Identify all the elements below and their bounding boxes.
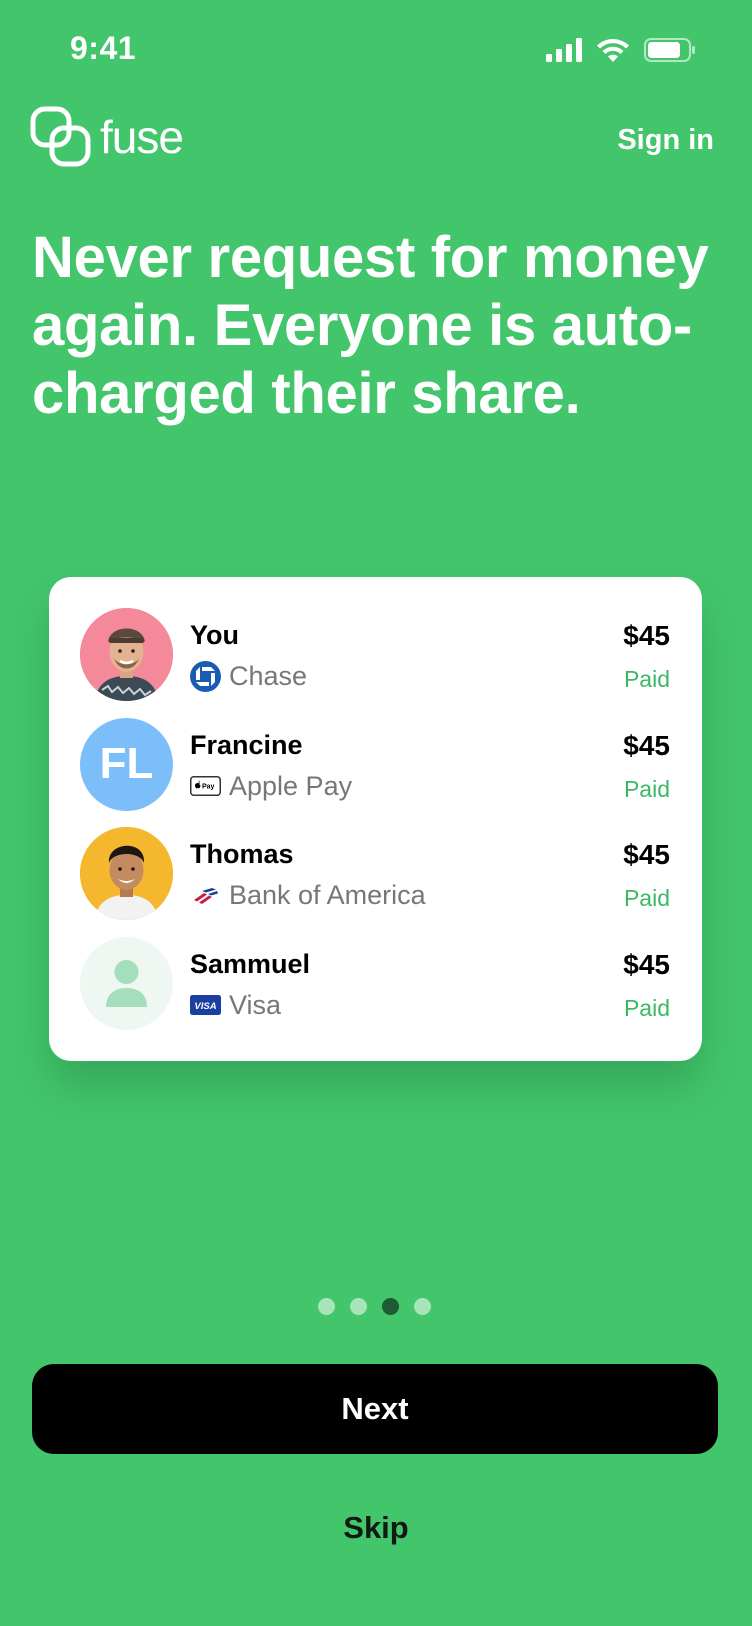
status-paid: Paid (623, 885, 670, 911)
payment-method: Bank of America (190, 880, 426, 911)
participant-name: Sammuel (190, 948, 311, 979)
payment-method-label: Chase (229, 661, 308, 691)
amount-column: $45 Paid (623, 730, 670, 803)
svg-text:VISA: VISA (194, 1001, 216, 1012)
split-card: You Chase $45 Paid FL Francine Pay Apple… (49, 577, 702, 1061)
payment-method: Pay Apple Pay (190, 771, 352, 802)
payment-method-label: Visa (229, 989, 282, 1020)
svg-text:Pay: Pay (202, 784, 215, 791)
avatar-initials: FL (99, 739, 154, 788)
onboarding-headline: Never request for money again. Everyone … (32, 225, 709, 426)
amount: $45 (623, 620, 670, 651)
amount-column: $45 Paid (623, 949, 670, 1022)
status-paid: Paid (623, 775, 670, 802)
participant-row: Sammuel VISA Visa $45 Paid (80, 936, 670, 1047)
amount-column: $45 Paid (623, 839, 670, 912)
participant-info: Thomas Bank of America (190, 827, 426, 911)
page-dot[interactable] (350, 1298, 367, 1315)
avatar (80, 936, 173, 1030)
participant-info: Sammuel VISA Visa (190, 937, 310, 1021)
avatar (80, 608, 173, 701)
amount: $45 (623, 729, 670, 761)
fuse-logo-icon (30, 106, 91, 167)
next-button[interactable]: Next (32, 1364, 718, 1454)
logo-wordmark: fuse (100, 111, 184, 163)
status-bar: 9:41 (0, 0, 752, 100)
cellular-signal-icon (546, 38, 582, 62)
payment-method: Chase (190, 661, 307, 692)
page-dot[interactable] (414, 1298, 431, 1315)
amount-column: $45 Paid (623, 620, 670, 693)
bank-of-america-logo-icon (194, 888, 218, 904)
skip-button[interactable]: Skip (0, 1510, 752, 1546)
participant-info: You Chase (190, 608, 307, 692)
status-icons (546, 38, 696, 62)
participant-row: Thomas Bank of America $45 Paid (80, 827, 670, 937)
avatar (80, 827, 173, 920)
payment-method-label: Bank of America (229, 880, 426, 910)
apple-pay-icon: Pay (190, 776, 221, 796)
amount: $45 (623, 948, 670, 980)
visa-card-icon: VISA (190, 995, 221, 1015)
battery-icon (644, 38, 695, 62)
participant-name: Francine (190, 729, 303, 760)
onboarding-screen: 9:41 fuse Sign in Never request for mone… (0, 0, 752, 1626)
participant-row: FL Francine Pay Apple Pay $45 Paid (80, 717, 670, 828)
user-photo-icon (80, 827, 173, 920)
participant-row: You Chase $45 Paid (80, 608, 670, 718)
sign-in-link[interactable]: Sign in (617, 124, 714, 157)
payment-method: VISA Visa (190, 990, 310, 1021)
page-indicator (318, 1298, 431, 1315)
page-dot[interactable] (318, 1298, 335, 1315)
status-paid: Paid (623, 994, 670, 1021)
user-photo-icon (80, 608, 173, 701)
amount: $45 (623, 839, 670, 870)
wifi-icon (597, 39, 629, 62)
status-time: 9:41 (70, 30, 137, 66)
participant-name: Thomas (190, 839, 294, 869)
page-dot-active[interactable] (382, 1298, 399, 1315)
person-placeholder-icon (106, 959, 147, 1007)
payment-method-label: Apple Pay (229, 770, 353, 801)
participant-name: You (190, 620, 239, 650)
avatar: FL (80, 717, 173, 811)
participant-info: Francine Pay Apple Pay (190, 718, 352, 802)
fuse-logo: fuse (30, 106, 184, 168)
chase-logo-icon (190, 661, 221, 692)
status-paid: Paid (623, 666, 670, 692)
